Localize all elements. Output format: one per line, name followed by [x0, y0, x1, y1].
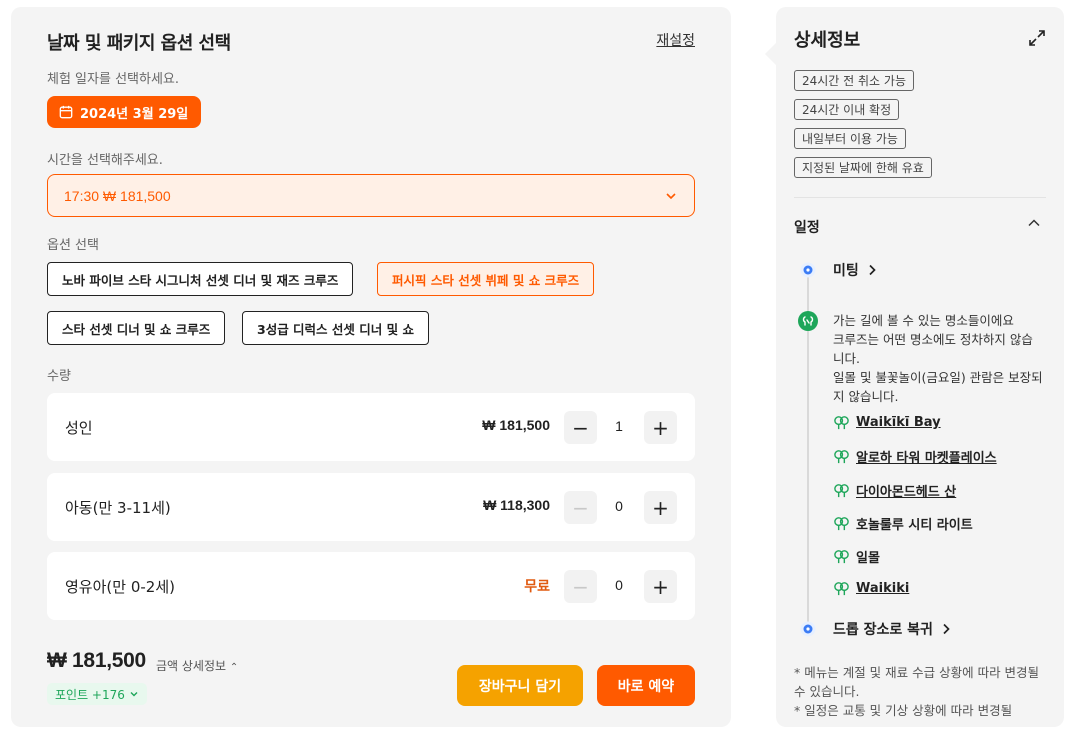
place-waikiki[interactable]: Waikiki	[833, 580, 909, 597]
option-prompt: 옵션 선택	[47, 238, 99, 253]
place-waikiki-bay[interactable]: Waikīkī Bay	[833, 414, 941, 431]
location-pin-icon	[800, 621, 816, 637]
booking-title: 날짜 및 패키지 옵션 선택	[47, 33, 231, 54]
place-name: Waikīkī Bay	[856, 415, 941, 430]
minus-button[interactable]: −	[564, 570, 597, 603]
sightseeing-icon	[834, 550, 849, 564]
quantity-label: 아동(만 3-11세)	[65, 499, 171, 517]
dropoff-stop[interactable]: 드롭 장소로 복귀	[833, 619, 953, 639]
points-label: 포인트 +176	[55, 687, 125, 702]
details-panel: 상세정보 24시간 전 취소 가능 24시간 이내 확정 내일부터 이용 가능 …	[776, 7, 1064, 727]
chevron-up-icon: ⌃	[229, 662, 239, 673]
meeting-stop[interactable]: 미팅	[833, 260, 879, 280]
option-star-sunset[interactable]: 스타 선셋 디너 및 쇼 크루즈	[47, 311, 226, 345]
quantity-price: 무료	[524, 579, 550, 595]
amount-detail-label: 금액 상세정보	[156, 659, 227, 673]
plus-button[interactable]: +	[644, 570, 677, 603]
sightseeing-icon	[834, 450, 849, 464]
quantity-price: ₩ 118,300	[483, 497, 550, 513]
selected-date: 2024년 3월 29일	[80, 106, 189, 122]
minus-button[interactable]: −	[564, 411, 597, 444]
chevron-right-icon	[943, 623, 950, 635]
reset-button[interactable]: 재설정	[656, 30, 695, 50]
divider	[794, 197, 1046, 198]
add-to-cart-button[interactable]: 장바구니 담기	[457, 665, 583, 706]
tag-cancel: 24시간 전 취소 가능	[794, 70, 914, 91]
tag-valid: 지정된 날짜에 한해 유효	[794, 157, 932, 178]
book-now-button[interactable]: 바로 예약	[597, 665, 695, 706]
place-name: 호놀룰루 시티 라이트	[856, 518, 973, 533]
option-three-star-deluxe[interactable]: 3성급 디럭스 선셋 디너 및 쇼	[242, 311, 429, 345]
sightseeing-icon	[834, 582, 849, 596]
quantity-row-adult: 성인 ₩ 181,500 − 1 +	[47, 393, 695, 461]
sightseeing-icon	[834, 416, 849, 430]
option-nova-five-star[interactable]: 노바 파이브 스타 시그니처 선셋 디너 및 재즈 크루즈	[47, 262, 354, 296]
date-prompt: 체험 일자를 선택하세요.	[47, 72, 179, 87]
minus-button[interactable]: −	[564, 491, 597, 524]
chevron-down-icon	[666, 192, 676, 199]
calendar-icon	[59, 105, 73, 119]
place-honolulu-lights: 호놀룰루 시티 라이트	[833, 514, 973, 533]
quantity-label: 성인	[65, 419, 93, 437]
amount-detail-toggle[interactable]: 금액 상세정보 ⌃	[156, 657, 238, 674]
place-aloha-tower[interactable]: 알로하 타워 마켓플레이스	[833, 447, 997, 466]
points-badge[interactable]: 포인트 +176	[47, 683, 147, 705]
quantity-value: 1	[615, 418, 623, 434]
tag-confirm: 24시간 이내 확정	[794, 99, 900, 120]
quantity-prompt: 수량	[47, 369, 71, 384]
quantity-value: 0	[615, 577, 623, 593]
selected-time: 17:30 ₩ 181,500	[64, 187, 171, 204]
meeting-label: 미팅	[833, 263, 859, 279]
tag-available: 내일부터 이용 가능	[794, 128, 906, 149]
place-name: 알로하 타워 마켓플레이스	[856, 451, 997, 466]
quantity-value: 0	[615, 498, 623, 514]
sightseeing-icon	[834, 484, 849, 498]
place-sunset: 일몰	[833, 547, 880, 566]
route-description: 가는 길에 볼 수 있는 명소들이에요 크루즈는 어떤 명소에도 정차하지 않습…	[833, 313, 1043, 404]
total-price: ₩ 181,500	[47, 649, 146, 672]
place-name: 다이아몬드헤드 산	[856, 485, 957, 500]
place-diamond-head[interactable]: 다이아몬드헤드 산	[833, 481, 956, 500]
sightseeing-icon	[798, 311, 818, 331]
quantity-row-infant: 영유아(만 0-2세) 무료 − 0 +	[47, 552, 695, 620]
notes: * 메뉴는 계절 및 재료 수급 상황에 따라 변경될 수 있습니다. * 일정…	[794, 665, 1040, 718]
details-title: 상세정보	[794, 30, 861, 51]
location-pin-icon	[800, 262, 816, 278]
quantity-price: ₩ 181,500	[482, 417, 550, 433]
booking-panel: 날짜 및 패키지 옵션 선택 재설정 체험 일자를 선택하세요. 2024년 3…	[11, 7, 731, 727]
time-select[interactable]: 17:30 ₩ 181,500	[47, 174, 695, 217]
expand-icon[interactable]	[1028, 29, 1046, 47]
date-picker-button[interactable]: 2024년 3월 29일	[47, 96, 202, 128]
option-pacific-star[interactable]: 퍼시픽 스타 선셋 뷔페 및 쇼 크루즈	[377, 262, 595, 296]
time-prompt: 시간을 선택해주세요.	[47, 153, 163, 168]
plus-button[interactable]: +	[644, 491, 677, 524]
panel-pointer	[765, 43, 776, 65]
chevron-down-icon	[130, 692, 138, 697]
chevron-right-icon	[869, 264, 876, 276]
sightseeing-icon	[834, 517, 849, 531]
quantity-row-child: 아동(만 3-11세) ₩ 118,300 − 0 +	[47, 473, 695, 541]
dropoff-label: 드롭 장소로 복귀	[833, 622, 933, 638]
schedule-title: 일정	[794, 220, 820, 236]
place-name: Waikiki	[856, 581, 910, 596]
chevron-up-icon[interactable]	[1026, 215, 1042, 231]
plus-button[interactable]: +	[644, 411, 677, 444]
quantity-label: 영유아(만 0-2세)	[65, 578, 175, 596]
place-name: 일몰	[856, 551, 880, 566]
